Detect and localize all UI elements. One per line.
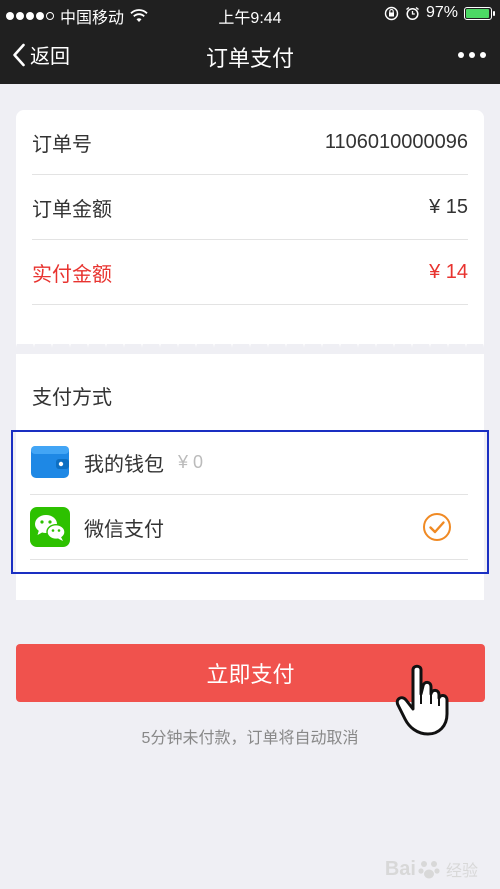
order-number-label: 订单号 (32, 133, 92, 156)
order-number-value: 1106010000096 (324, 130, 468, 153)
order-card: 订单号 1106010000096 订单金额 ¥ 15 实付金额 ¥ 14 (16, 110, 484, 344)
baidu-jingyan-watermark: Bai 经验 (385, 857, 478, 881)
battery-icon (464, 6, 495, 20)
alarm-icon (406, 6, 419, 20)
wallet-name: 我的钱包 (84, 453, 164, 476)
ticket-edge-bottom (16, 588, 484, 600)
paid-amount-value: ¥ 14 (429, 260, 468, 283)
battery-percent: 97% (425, 4, 458, 21)
order-amount-value: ¥ 15 (429, 195, 468, 218)
checkmark-circle-icon[interactable] (422, 512, 452, 542)
payment-method-wechat[interactable]: 微信支付 (30, 495, 468, 560)
paid-amount-row: 实付金额 ¥ 14 (32, 240, 468, 305)
more-dots-icon[interactable] (458, 52, 486, 58)
payment-section-title: 支付方式 (32, 387, 112, 409)
order-amount-row: 订单金额 ¥ 15 (32, 175, 468, 240)
watermark-sub: 经验 (445, 863, 478, 880)
status-bar: 中国移动 上午9:44 97% (0, 0, 500, 28)
order-number-row: 订单号 1106010000096 (32, 110, 468, 175)
nav-bar: 返回 订单支付 (0, 28, 500, 84)
wallet-balance: ¥ 0 (178, 451, 204, 472)
order-amount-label: 订单金额 (32, 198, 112, 221)
page-title: 订单支付 (205, 46, 294, 71)
wechat-icon (30, 507, 70, 547)
wallet-icon (31, 446, 69, 478)
payment-method-wallet[interactable]: 我的钱包 ¥ 0 (30, 430, 468, 495)
paid-amount-label: 实付金额 (32, 263, 112, 286)
watermark-text: Bai (384, 857, 416, 880)
wechat-pay-name: 微信支付 (84, 518, 164, 541)
status-right: 97% (384, 4, 495, 22)
rotation-lock-icon (384, 6, 399, 20)
payment-timeout-hint: 5分钟未付款，订单将自动取消 (141, 730, 359, 747)
paw-logo-icon (418, 861, 440, 879)
